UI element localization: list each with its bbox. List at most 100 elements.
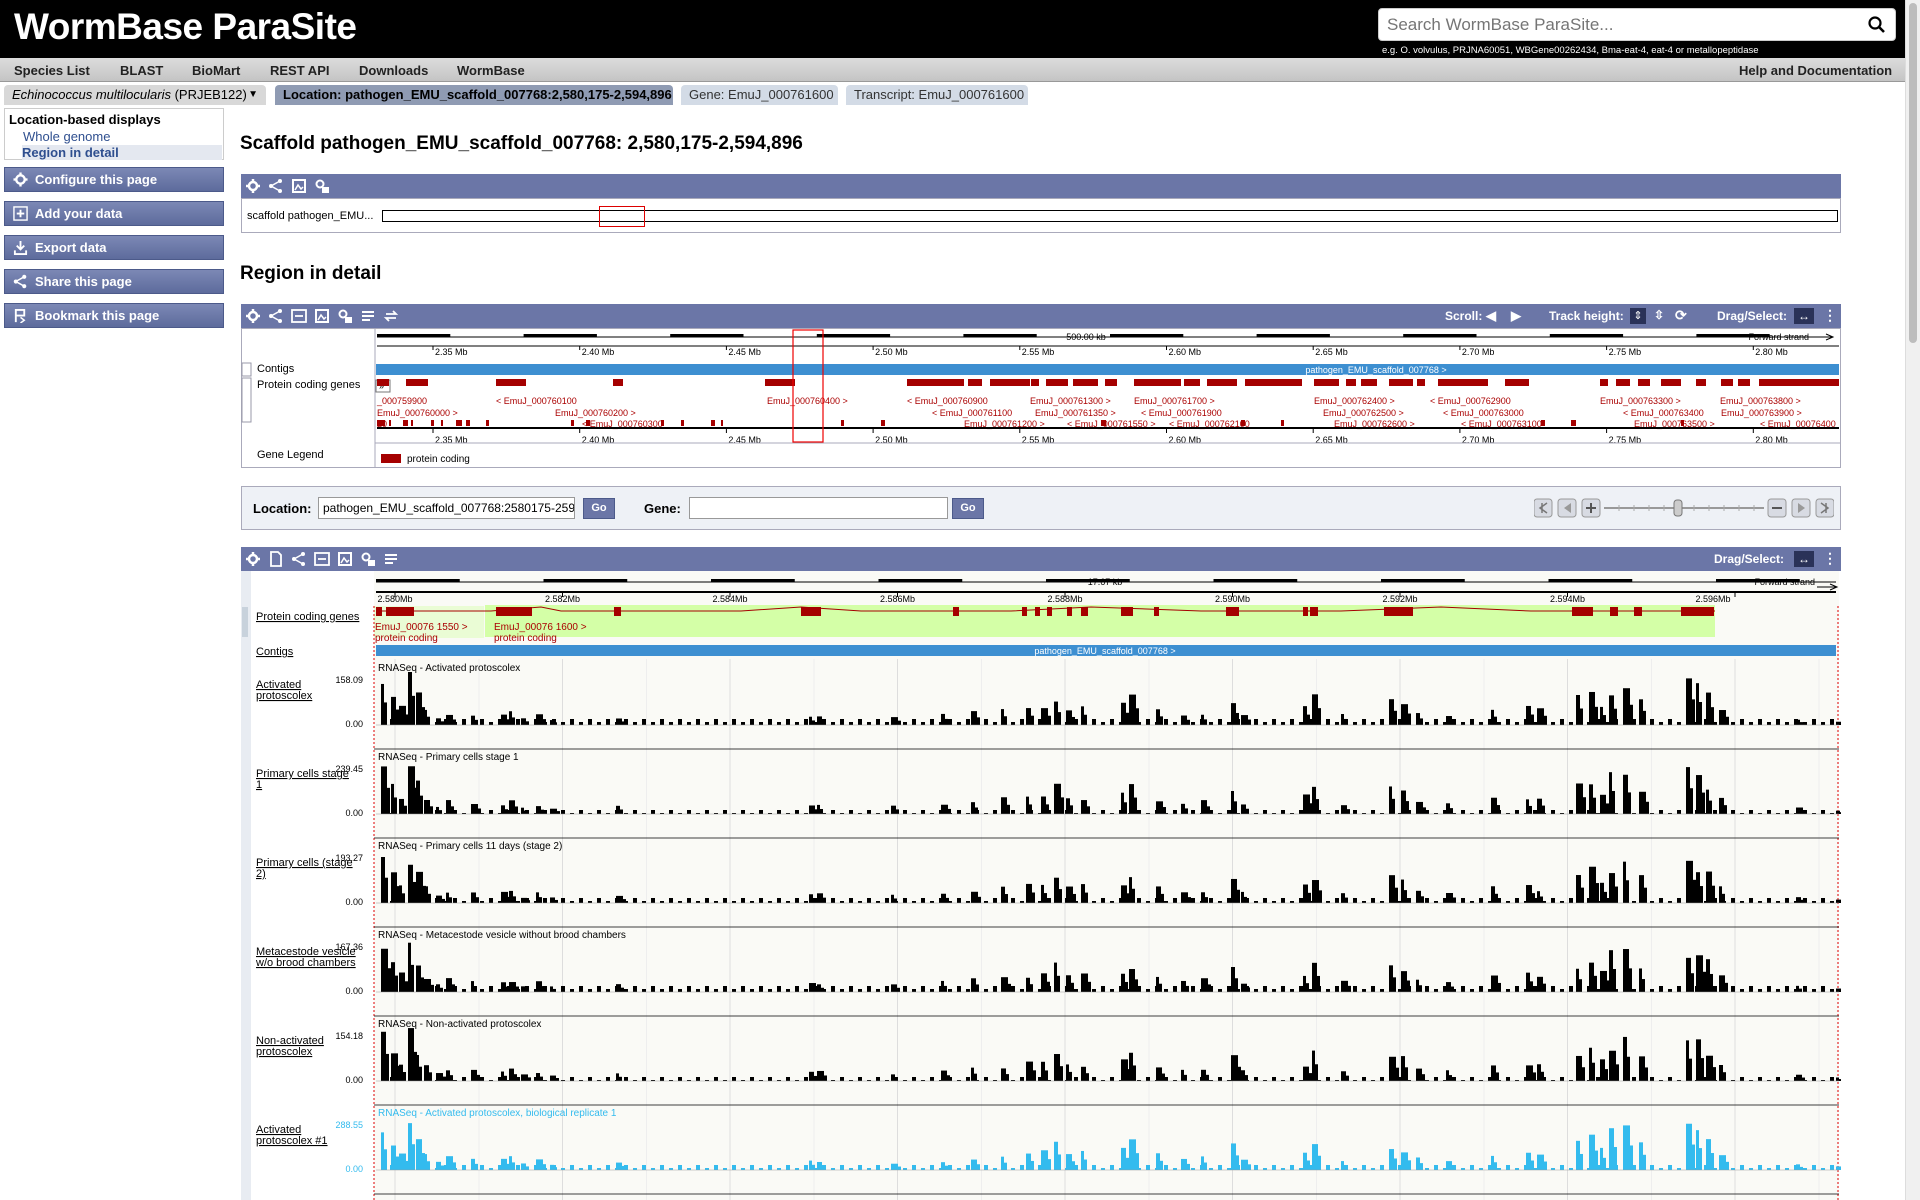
- track-label-genes[interactable]: Protein coding genes: [256, 611, 360, 623]
- gene-label[interactable]: < EmuJ_000760100: [496, 396, 577, 406]
- nav-blast[interactable]: BLAST: [120, 63, 163, 78]
- track-label[interactable]: w/o brood chambers: [255, 957, 356, 969]
- exon-block[interactable]: [1081, 607, 1088, 616]
- gene-label[interactable]: EmuJ_000761350 >: [1035, 408, 1116, 418]
- reset-icon[interactable]: [383, 308, 399, 324]
- exon-block[interactable]: [1121, 607, 1133, 616]
- location-input[interactable]: pathogen_EMU_scaffold_007768:2580175-259…: [318, 497, 575, 519]
- nav-help[interactable]: Help and Documentation: [1739, 63, 1892, 78]
- gene-name[interactable]: EmuJ_00076 1550 >: [375, 622, 468, 633]
- gear-icon[interactable]: [245, 551, 261, 567]
- image-export-icon[interactable]: [291, 178, 307, 194]
- exon-block[interactable]: [1572, 607, 1593, 616]
- search-input[interactable]: [1387, 13, 1857, 37]
- share-page-button[interactable]: Share this page: [4, 269, 224, 294]
- zoom-slider-handle[interactable]: [1673, 499, 1683, 517]
- exon-block[interactable]: [801, 607, 821, 616]
- gene-go-button[interactable]: Go: [952, 498, 984, 519]
- location-go-button[interactable]: Go: [583, 498, 615, 519]
- menu-link-region-detail[interactable]: Region in detail: [22, 145, 222, 160]
- track-config-icon[interactable]: [314, 178, 330, 194]
- track-label[interactable]: protoscolex: [256, 690, 313, 702]
- scroll-left-icon[interactable]: ◀: [1486, 308, 1496, 324]
- gene-label[interactable]: EmuJ_000760400 >: [767, 396, 848, 406]
- share-icon[interactable]: [291, 551, 307, 567]
- share-icon[interactable]: [268, 178, 284, 194]
- chevron-down-icon[interactable]: ▼: [248, 85, 258, 105]
- exon-block[interactable]: [1047, 607, 1052, 616]
- tab-location[interactable]: Location: pathogen_EMU_scaffold_007768:2…: [275, 85, 673, 105]
- exon-block[interactable]: [1154, 607, 1159, 616]
- exon-block[interactable]: [1384, 607, 1413, 616]
- exon-block[interactable]: [1022, 607, 1027, 616]
- track-label[interactable]: protoscolex: [256, 1046, 313, 1058]
- gene-label[interactable]: EmuJ_000763900 >: [1721, 408, 1802, 418]
- gene-name[interactable]: EmuJ_00076 1600 >: [494, 622, 587, 633]
- site-logo[interactable]: WormBase ParaSite: [14, 6, 357, 48]
- track-label[interactable]: 2): [256, 868, 266, 880]
- contig-bar[interactable]: [376, 364, 1839, 375]
- nav-downloads[interactable]: Downloads: [359, 63, 428, 78]
- gene-label[interactable]: < EmuJ_000761900: [1141, 408, 1222, 418]
- nav-biomart[interactable]: BioMart: [192, 63, 240, 78]
- gene-label[interactable]: < EmuJ_000760900: [907, 396, 988, 406]
- exon-block[interactable]: [1610, 607, 1618, 616]
- nav-rest-api[interactable]: REST API: [270, 63, 329, 78]
- scrollbar-thumb[interactable]: [1909, 3, 1917, 343]
- gene-label[interactable]: < EmuJ_000763400: [1623, 408, 1704, 418]
- reorder-icon[interactable]: [360, 308, 376, 324]
- export-data-button[interactable]: Export data: [4, 235, 224, 260]
- gene-label[interactable]: EmuJ_000763300 >: [1600, 396, 1681, 406]
- drag-mode-icon[interactable]: ↔: [1794, 551, 1814, 567]
- gene-label[interactable]: EmuJ_000760200 >: [555, 408, 636, 418]
- search-icon[interactable]: [1867, 15, 1887, 35]
- bookmark-page-button[interactable]: Bookmark this page: [4, 303, 224, 328]
- gene-label[interactable]: EmuJ_000760000 >: [377, 408, 458, 418]
- track-label-contigs[interactable]: Contigs: [256, 646, 294, 658]
- resize-icon[interactable]: [291, 308, 307, 324]
- exon-block[interactable]: [386, 607, 414, 616]
- add-data-icon[interactable]: [268, 551, 284, 567]
- select-mode-icon[interactable]: ⋮: [1823, 307, 1837, 324]
- share-icon[interactable]: [268, 308, 284, 324]
- height-toggle-icon[interactable]: ⇳: [1654, 308, 1664, 322]
- exon-block[interactable]: [376, 607, 382, 616]
- track-config-icon[interactable]: [360, 551, 376, 567]
- tab-transcript[interactable]: Transcript: EmuJ_000761600: [846, 85, 1028, 105]
- zoom-controls[interactable]: [1534, 497, 1834, 519]
- track-label[interactable]: Primary cells stage: [256, 768, 349, 780]
- image-export-icon[interactable]: [337, 551, 353, 567]
- configure-page-button[interactable]: Configure this page: [4, 167, 224, 192]
- track-config-icon[interactable]: [337, 308, 353, 324]
- gene-label[interactable]: EmuJ_000763800 >: [1720, 396, 1801, 406]
- menu-link-whole-genome[interactable]: Whole genome: [23, 129, 110, 144]
- gear-icon[interactable]: [245, 308, 261, 324]
- exon-block[interactable]: [1303, 607, 1308, 616]
- nav-wormbase[interactable]: WormBase: [457, 63, 525, 78]
- gene-label[interactable]: < EmuJ_000761100: [932, 408, 1012, 418]
- tab-species[interactable]: Echinococcus multilocularis (PRJEB122) ▼: [4, 85, 266, 105]
- exon-block[interactable]: [1226, 607, 1239, 616]
- page-scrollbar[interactable]: [1905, 0, 1920, 1200]
- refresh-icon[interactable]: ⟳: [1675, 307, 1687, 324]
- exon-block[interactable]: [1035, 607, 1040, 616]
- gene-label[interactable]: EmuJ_000761700 >: [1134, 396, 1215, 406]
- resize-icon[interactable]: [314, 551, 330, 567]
- scroll-right-icon[interactable]: ▶: [1511, 308, 1521, 324]
- exon-block[interactable]: [1681, 607, 1714, 616]
- reorder-icon[interactable]: [383, 551, 399, 567]
- track-label[interactable]: 1: [256, 779, 262, 791]
- exon-block[interactable]: [953, 607, 959, 616]
- nav-species-list[interactable]: Species List: [14, 63, 90, 78]
- exon-block[interactable]: [1067, 607, 1072, 616]
- region-highlight-box[interactable]: [599, 206, 645, 227]
- region-overview-image[interactable]: Contigs Protein coding genes Gene Legend…: [241, 328, 1841, 468]
- add-data-button[interactable]: Add your data: [4, 201, 224, 226]
- gene-label[interactable]: EmuJ_000761300 >: [1030, 396, 1111, 406]
- gear-icon[interactable]: [245, 178, 261, 194]
- exon-block[interactable]: [496, 607, 532, 616]
- track-label[interactable]: Primary cells (stage: [256, 857, 353, 869]
- gene-label[interactable]: EmuJ_000762500 >: [1323, 408, 1404, 418]
- gene-label[interactable]: EmuJ_000762400 >: [1314, 396, 1395, 406]
- exon-block[interactable]: [614, 607, 621, 616]
